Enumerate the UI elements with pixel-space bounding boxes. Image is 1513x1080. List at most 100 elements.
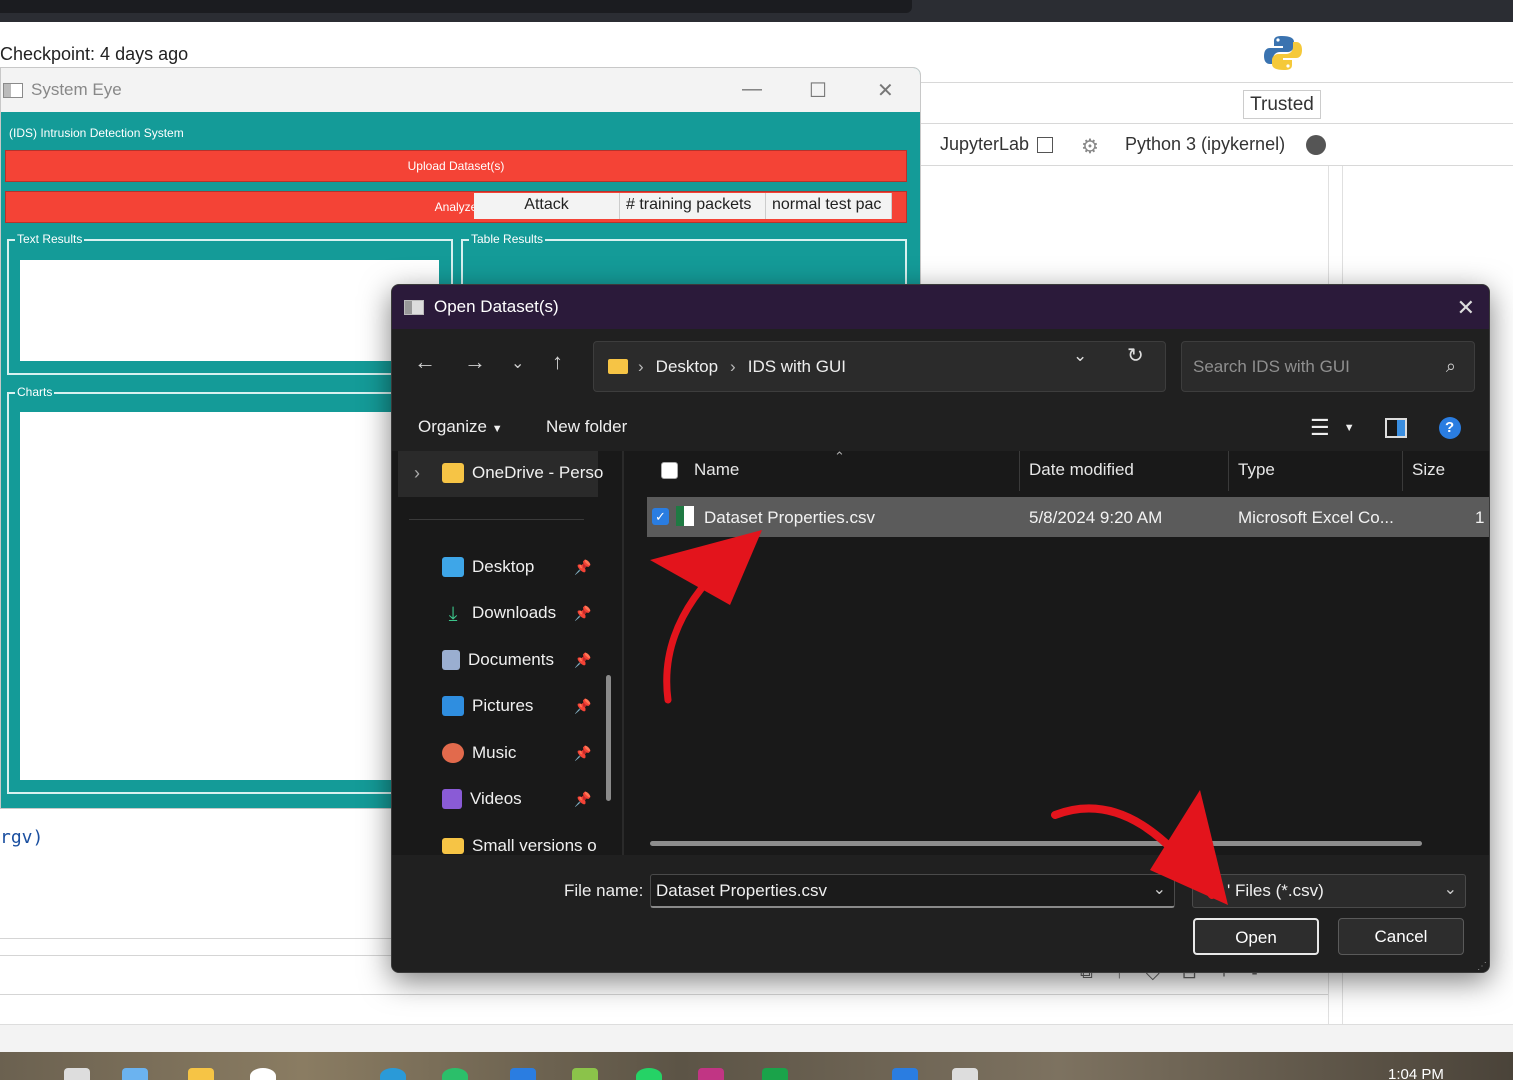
pin-icon[interactable]: 📌 (574, 652, 591, 669)
sidebar-item-label: Downloads (472, 603, 557, 622)
vscode-icon[interactable] (510, 1068, 536, 1080)
whatsapp-icon[interactable] (636, 1068, 662, 1080)
refresh-icon[interactable]: ↻ (1127, 343, 1144, 368)
sidebar-item-label: Small versions o (472, 836, 597, 855)
trusted-badge[interactable]: Trusted (1243, 90, 1321, 119)
taskbar-app-icon[interactable] (762, 1068, 788, 1080)
column-date-modified[interactable]: Date modified (1029, 451, 1134, 491)
cell-divider (0, 994, 1328, 995)
up-folder-icon[interactable]: ↑ (552, 349, 563, 375)
sidebar-item-desktop[interactable]: Desktop (442, 557, 534, 577)
browser-top-bar (0, 0, 1513, 22)
folder-icon (442, 463, 464, 483)
new-folder-button[interactable]: New folder (546, 417, 627, 437)
search-icon: ⌕ (1445, 356, 1456, 376)
gear-icon[interactable]: ⚙ (1081, 134, 1099, 159)
pane-divider (622, 451, 624, 855)
sidebar-item-downloads[interactable]: ⤓ Downloads (442, 603, 557, 625)
sidebar-item-documents[interactable]: Documents (442, 650, 554, 670)
minimize-icon[interactable]: — (742, 78, 762, 101)
column-divider[interactable] (1019, 451, 1020, 491)
table-col-attack[interactable]: Attack (474, 193, 620, 219)
pin-icon[interactable]: 📌 (574, 559, 591, 576)
breadcrumb-ids-with-gui[interactable]: IDS with GUI (748, 357, 846, 377)
kernel-name[interactable]: Python 3 (ipykernel) (1125, 134, 1285, 155)
select-all-checkbox[interactable] (661, 462, 678, 479)
notebook-footer (0, 1024, 1513, 1052)
sidebar-item-videos[interactable]: Videos (442, 789, 522, 809)
dialog-titlebar: Open Dataset(s) ✕ (392, 285, 1489, 329)
maximize-icon[interactable]: ☐ (809, 78, 827, 103)
sidebar-scrollbar[interactable] (606, 675, 611, 801)
external-link-icon (1037, 136, 1054, 153)
sidebar-item-pictures[interactable]: Pictures (442, 696, 533, 716)
resize-grip-icon[interactable]: ⋰ (1477, 961, 1487, 972)
sidebar-item-small-versions[interactable]: Small versions o (442, 836, 597, 856)
back-icon[interactable]: ← (414, 349, 436, 375)
breadcrumb-desktop[interactable]: Desktop (656, 357, 718, 377)
file-explorer-icon[interactable] (188, 1068, 214, 1080)
search-box[interactable]: Search IDS with GUI ⌕ (1181, 341, 1475, 392)
taskbar-app-icon[interactable] (952, 1068, 978, 1080)
horizontal-scrollbar[interactable] (650, 841, 1422, 846)
upload-dataset-button[interactable]: Upload Dataset(s) (5, 150, 907, 182)
file-row[interactable]: ✓ Dataset Properties.csv 5/8/2024 9:20 A… (647, 497, 1489, 537)
list-view-icon[interactable]: ☰ (1310, 415, 1330, 441)
organize-menu[interactable]: Organize ▼ (418, 417, 503, 437)
table-results-label: Table Results (469, 232, 546, 246)
edge-icon[interactable] (380, 1068, 406, 1080)
sidebar-item-label: Desktop (472, 557, 535, 576)
file-name-input[interactable]: Dataset Properties.csv ⌄ (650, 874, 1175, 908)
taskbar-app-icon[interactable] (64, 1068, 90, 1080)
help-icon[interactable]: ? (1438, 417, 1461, 439)
column-type[interactable]: Type (1238, 451, 1275, 491)
column-name[interactable]: Name (694, 451, 739, 491)
jupyterlab-link[interactable]: JupyterLab (940, 134, 1054, 155)
preview-pane-icon[interactable] (1384, 418, 1407, 438)
taskbar-app-icon[interactable] (892, 1068, 918, 1080)
caret-down-icon[interactable]: ▼ (1344, 422, 1355, 434)
recent-locations-icon[interactable]: ⌄ (511, 353, 524, 373)
chevron-right-icon: › (638, 356, 644, 376)
system-eye-titlebar: System Eye — ☐ ✕ (1, 68, 920, 112)
taskbar-app-icon[interactable] (698, 1068, 724, 1080)
file-type-filter[interactable]: ' Files (*.csv) ⌄ (1192, 874, 1466, 908)
checkpoint-status: Checkpoint: 4 days ago (0, 44, 189, 64)
taskbar-app-icon[interactable] (122, 1068, 148, 1080)
organize-label: Organize (418, 417, 487, 436)
file-name-value: Dataset Properties.csv (656, 881, 828, 900)
code-fragment: rgv) (0, 827, 44, 848)
address-dropdown-icon[interactable]: ⌄ (1073, 346, 1087, 366)
toolbar-divider (920, 165, 1513, 166)
table-col-normal-test[interactable]: normal test pac (766, 193, 892, 219)
taskbar-app-icon[interactable] (250, 1068, 276, 1080)
cancel-button[interactable]: Cancel (1338, 918, 1464, 955)
file-size: 1 (1475, 508, 1485, 527)
table-col-training[interactable]: # training packets (620, 193, 766, 219)
text-results-box[interactable] (20, 260, 439, 361)
file-type-filter-value: ' Files (*.csv) (1227, 881, 1324, 900)
close-icon[interactable]: ✕ (877, 78, 894, 103)
column-divider[interactable] (1402, 451, 1403, 491)
pin-icon[interactable]: 📌 (574, 605, 591, 622)
chevron-right-icon[interactable]: › (414, 463, 420, 484)
python-logo-icon (1264, 36, 1302, 70)
open-button[interactable]: Open (1193, 918, 1319, 955)
column-size[interactable]: Size (1412, 451, 1445, 491)
videos-icon (442, 789, 462, 809)
close-icon[interactable]: ✕ (1457, 295, 1475, 321)
pin-icon[interactable]: 📌 (574, 745, 591, 762)
forward-icon[interactable]: → (464, 349, 486, 375)
chevron-down-icon[interactable]: ⌄ (1153, 879, 1166, 899)
sidebar-item-music[interactable]: Music (442, 743, 516, 763)
column-divider[interactable] (1228, 451, 1229, 491)
dialog-title: Open Dataset(s) (434, 297, 559, 316)
sidebar-item-onedrive[interactable]: OneDrive - Perso (442, 463, 603, 483)
pin-icon[interactable]: 📌 (574, 791, 591, 808)
taskbar-clock[interactable]: 1:04 PM (1388, 1066, 1444, 1080)
taskbar-app-icon[interactable] (572, 1068, 598, 1080)
folder-icon (442, 838, 464, 854)
row-checkbox[interactable]: ✓ (652, 508, 669, 525)
taskbar-app-icon[interactable] (442, 1068, 468, 1080)
pin-icon[interactable]: 📌 (574, 698, 591, 715)
